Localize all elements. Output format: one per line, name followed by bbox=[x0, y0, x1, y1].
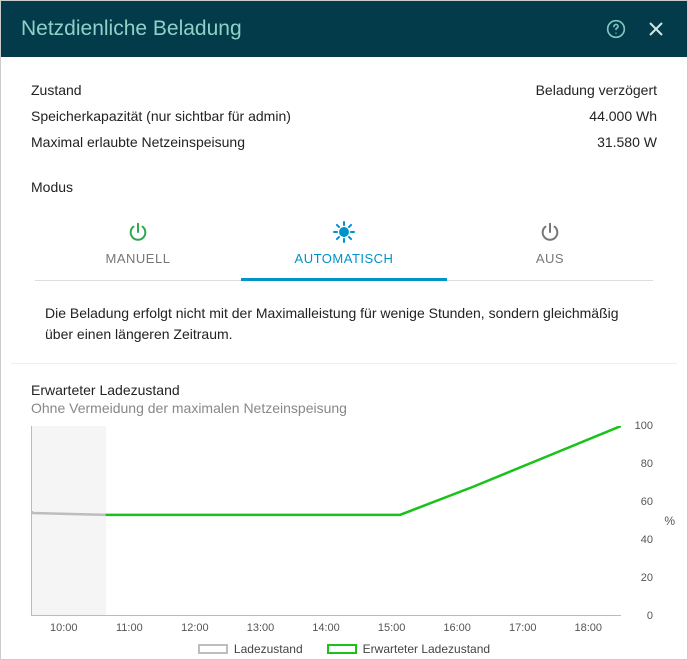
stat-value: 31.580 W bbox=[597, 134, 657, 150]
xtick: 10:00 bbox=[31, 622, 97, 634]
stat-label: Maximal erlaubte Netzeinspeisung bbox=[31, 134, 245, 150]
help-icon[interactable] bbox=[605, 18, 627, 40]
chart-subtitle: Ohne Vermeidung der maximalen Netzeinspe… bbox=[31, 400, 657, 416]
chart-yunit: % bbox=[664, 514, 675, 528]
modus-tabs: MANUELL AUTOMATISCH AUS bbox=[35, 209, 653, 281]
chart-title: Erwarteter Ladezustand bbox=[31, 382, 657, 398]
ytick: 80 bbox=[641, 458, 653, 470]
chart-plot: % 020406080100 bbox=[31, 426, 657, 616]
modus-label: Modus bbox=[31, 179, 657, 195]
stat-row-zustand: Zustand Beladung verzögert bbox=[31, 77, 657, 103]
tab-automatisch[interactable]: AUTOMATISCH bbox=[241, 209, 447, 280]
modus-description: Die Beladung erfolgt nicht mit der Maxim… bbox=[11, 281, 677, 364]
ytick: 100 bbox=[635, 420, 653, 432]
xtick: 16:00 bbox=[424, 622, 490, 634]
ytick: 60 bbox=[641, 496, 653, 508]
ytick: 40 bbox=[641, 534, 653, 546]
legend-label: Ladezustand bbox=[234, 642, 303, 656]
ytick: 0 bbox=[647, 610, 653, 622]
chart-lines bbox=[32, 426, 621, 615]
power-icon bbox=[447, 219, 653, 245]
xtick: 18:00 bbox=[556, 622, 622, 634]
legend-label: Erwarteter Ladezustand bbox=[363, 642, 490, 656]
tab-label: AUTOMATISCH bbox=[241, 251, 447, 266]
chart-section: Erwarteter Ladezustand Ohne Vermeidung d… bbox=[1, 364, 687, 659]
legend-swatch bbox=[198, 644, 228, 654]
xtick: 13:00 bbox=[228, 622, 294, 634]
xtick: 15:00 bbox=[359, 622, 425, 634]
chart-yaxis: % 020406080100 bbox=[621, 426, 657, 616]
stat-value: 44.000 Wh bbox=[589, 108, 657, 124]
chart-xaxis: 10:0011:0012:0013:0014:0015:0016:0017:00… bbox=[31, 622, 657, 634]
xtick: 14:00 bbox=[293, 622, 359, 634]
xtick: 11:00 bbox=[97, 622, 163, 634]
close-icon[interactable] bbox=[645, 18, 667, 40]
ytick: 20 bbox=[641, 572, 653, 584]
power-icon bbox=[35, 219, 241, 245]
chart-area bbox=[31, 426, 621, 616]
tab-aus[interactable]: AUS bbox=[447, 209, 653, 280]
dialog-title: Netzdienliche Beladung bbox=[21, 17, 587, 41]
tab-manuell[interactable]: MANUELL bbox=[35, 209, 241, 280]
dialog: Netzdienliche Beladung Zustand Beladung … bbox=[0, 0, 688, 660]
dialog-header: Netzdienliche Beladung bbox=[1, 1, 687, 57]
stat-value: Beladung verzögert bbox=[536, 82, 657, 98]
sun-icon bbox=[241, 219, 447, 245]
chart-legend: Ladezustand Erwarteter Ladezustand bbox=[31, 642, 657, 656]
tab-label: MANUELL bbox=[35, 251, 241, 266]
dialog-content: Zustand Beladung verzögert Speicherkapaz… bbox=[1, 57, 687, 659]
stats-section: Zustand Beladung verzögert Speicherkapaz… bbox=[1, 57, 687, 169]
modus-section: Modus MANUELL AUTOMATISCH bbox=[1, 169, 687, 281]
stat-row-max: Maximal erlaubte Netzeinspeisung 31.580 … bbox=[31, 129, 657, 155]
stat-label: Speicherkapazität (nur sichtbar für admi… bbox=[31, 108, 291, 124]
legend-swatch bbox=[327, 644, 357, 654]
xtick: 17:00 bbox=[490, 622, 556, 634]
xtick: 12:00 bbox=[162, 622, 228, 634]
stat-label: Zustand bbox=[31, 82, 82, 98]
legend-item-erwartet: Erwarteter Ladezustand bbox=[327, 642, 490, 656]
tab-label: AUS bbox=[447, 251, 653, 266]
legend-item-ladezustand: Ladezustand bbox=[198, 642, 303, 656]
stat-row-speicher: Speicherkapazität (nur sichtbar für admi… bbox=[31, 103, 657, 129]
